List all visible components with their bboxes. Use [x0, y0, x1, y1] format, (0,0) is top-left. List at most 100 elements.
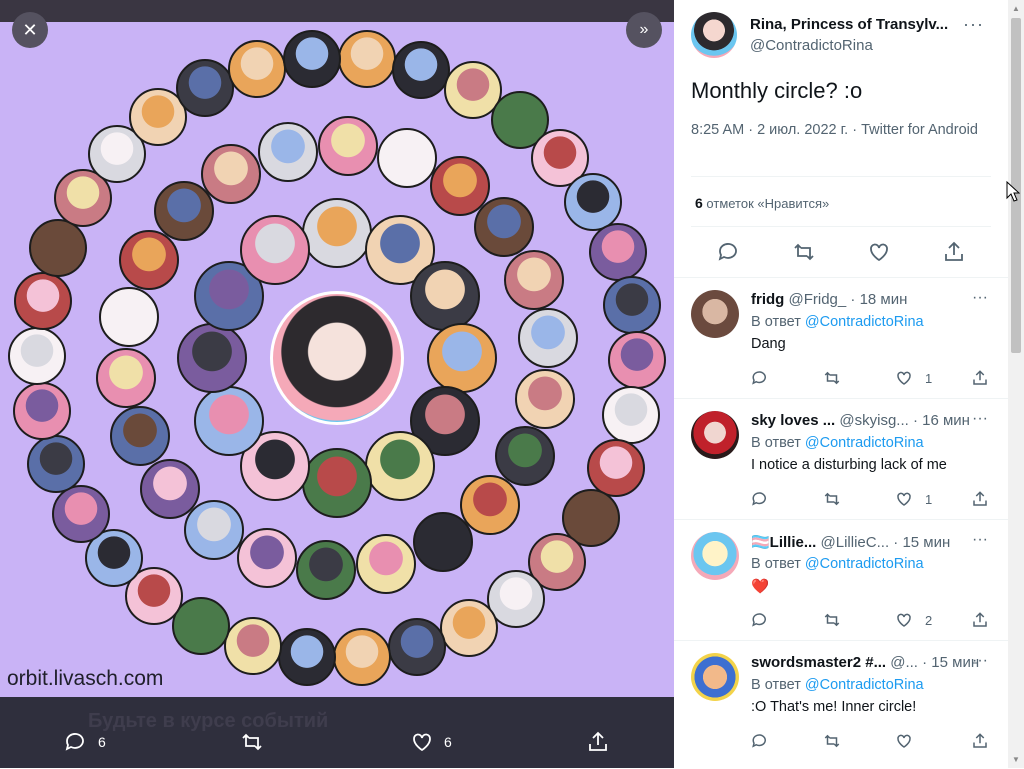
- like-count: 6: [444, 734, 452, 750]
- reply-icon: [752, 371, 766, 385]
- reply-button[interactable]: [751, 611, 769, 629]
- in-reply-to: В ответ @ContradictoRina: [751, 556, 924, 572]
- retweet-icon: [824, 734, 840, 748]
- avatar-thumbnail: [239, 214, 310, 285]
- reply-actions: 1: [751, 369, 991, 391]
- share-icon: [973, 370, 987, 385]
- media-retweet-button[interactable]: [240, 730, 264, 754]
- more-options-icon[interactable]: ···: [963, 14, 984, 35]
- reply-button[interactable]: [751, 732, 769, 750]
- retweet-icon[interactable]: [792, 240, 816, 264]
- share-button[interactable]: [971, 732, 989, 750]
- like-button[interactable]: 2: [895, 611, 932, 629]
- heart-icon: [897, 371, 911, 385]
- avatar-thumbnail: [317, 116, 378, 177]
- share-icon: [973, 612, 987, 627]
- like-button[interactable]: 1: [895, 490, 932, 508]
- reply-icon: [65, 733, 84, 751]
- mention-link[interactable]: @ContradictoRina: [805, 314, 924, 330]
- avatar-thumbnail: [333, 627, 392, 686]
- avatar-thumbnail: [237, 528, 298, 589]
- retweet-icon: [824, 371, 840, 385]
- likes-count: 6: [695, 195, 703, 211]
- share-button[interactable]: [971, 490, 989, 508]
- avatar-thumbnail: [29, 218, 88, 277]
- retweet-button[interactable]: [822, 611, 842, 629]
- avatar-thumbnail: [427, 323, 497, 393]
- avatar-thumbnail: [282, 30, 341, 89]
- orbit-circle-image[interactable]: orbit.livasch.com: [0, 22, 674, 697]
- share-button[interactable]: [971, 369, 989, 387]
- avatar-thumbnail: [8, 326, 66, 385]
- reply-item[interactable]: sky loves ... @skyisg... · 16 мин ··· В …: [674, 398, 1008, 520]
- like-button[interactable]: 1: [895, 369, 932, 387]
- avatar[interactable]: [691, 290, 739, 338]
- more-options-icon[interactable]: ···: [972, 652, 988, 670]
- reply-icon[interactable]: [717, 240, 741, 264]
- expand-button[interactable]: »: [626, 12, 662, 48]
- reply-button[interactable]: [751, 369, 769, 387]
- close-button[interactable]: ✕: [12, 12, 48, 48]
- more-options-icon[interactable]: ···: [972, 531, 988, 549]
- reply-text: :O That's me! Inner circle!: [751, 699, 917, 715]
- like-button[interactable]: [895, 732, 925, 750]
- reply-author[interactable]: 🏳️‍⚧️Lillie... @LillieC... · 15 мин: [751, 533, 950, 551]
- tweet-detail-panel: Rina, Princess of Transylv... @Contradic…: [674, 0, 1008, 768]
- more-options-icon[interactable]: ···: [972, 289, 988, 307]
- mention-link[interactable]: @ContradictoRina: [805, 435, 924, 451]
- retweet-button[interactable]: [822, 490, 842, 508]
- reply-item[interactable]: 🏳️‍⚧️Lillie... @LillieC... · 15 мин ··· …: [674, 519, 1008, 641]
- tweet-actions: [691, 240, 991, 268]
- reply-button[interactable]: [751, 490, 769, 508]
- author-handle[interactable]: @ContradictoRina: [750, 37, 873, 54]
- avatar-thumbnail: [13, 271, 72, 330]
- avatar-thumbnail: [504, 249, 564, 310]
- likes-label: отметок «Нравится»: [706, 196, 830, 211]
- avatar-thumbnail: [495, 425, 556, 486]
- in-reply-to: В ответ @ContradictoRina: [751, 677, 924, 693]
- avatar[interactable]: [691, 12, 737, 58]
- avatar-thumbnail: [603, 276, 662, 335]
- media-like-button[interactable]: 6: [410, 730, 452, 754]
- avatar[interactable]: [691, 411, 739, 459]
- author-name[interactable]: Rina, Princess of Transylv...: [750, 16, 960, 33]
- avatar-thumbnail: [439, 598, 498, 657]
- avatar-thumbnail: [109, 406, 170, 467]
- avatar-thumbnail: [118, 230, 179, 291]
- retweet-icon: [242, 733, 262, 751]
- media-share-button[interactable]: [586, 730, 610, 754]
- like-count: 1: [925, 491, 933, 507]
- watermark-text: orbit.livasch.com: [7, 667, 164, 690]
- scrollbar[interactable]: ▲ ▼: [1008, 0, 1024, 768]
- mention-link[interactable]: @ContradictoRina: [805, 677, 924, 693]
- retweet-button[interactable]: [822, 732, 842, 750]
- divider: [691, 176, 991, 177]
- retweet-button[interactable]: [822, 369, 842, 387]
- share-icon: [973, 491, 987, 506]
- avatar-thumbnail: [177, 323, 247, 393]
- media-reply-button[interactable]: 6: [64, 730, 106, 754]
- mention-link[interactable]: @ContradictoRina: [805, 556, 924, 572]
- reply-icon: [752, 613, 766, 627]
- avatar-thumbnail: [387, 618, 446, 677]
- avatar[interactable]: [691, 532, 739, 580]
- scroll-down-icon[interactable]: ▼: [1012, 755, 1020, 764]
- avatar-thumbnail: [515, 368, 576, 429]
- tweet-meta[interactable]: 8:25 AM · 2 июл. 2022 г. · Twitter for A…: [691, 120, 981, 140]
- avatar-thumbnail: [410, 260, 481, 331]
- scroll-up-icon[interactable]: ▲: [1012, 4, 1020, 13]
- more-options-icon[interactable]: ···: [972, 410, 988, 428]
- reply-item[interactable]: swordsmaster2 #... @... · 15 мин ··· В о…: [674, 640, 1008, 769]
- avatar-thumbnail: [296, 539, 357, 600]
- divider: [691, 226, 991, 227]
- reply-author[interactable]: sky loves ... @skyisg... · 16 мин: [751, 412, 970, 429]
- reply-author[interactable]: fridg @Fridg_ · 18 мин: [751, 291, 907, 308]
- avatar[interactable]: [691, 653, 739, 701]
- share-icon[interactable]: [942, 240, 966, 264]
- reply-author[interactable]: swordsmaster2 #... @... · 15 мин: [751, 654, 979, 671]
- heart-icon[interactable]: [867, 240, 891, 264]
- reply-item[interactable]: fridg @Fridg_ · 18 мин ··· В ответ @Cont…: [674, 277, 1008, 399]
- avatar-thumbnail: [223, 616, 282, 675]
- share-button[interactable]: [971, 611, 989, 629]
- likes-summary[interactable]: 6 отметок «Нравится»: [695, 195, 829, 211]
